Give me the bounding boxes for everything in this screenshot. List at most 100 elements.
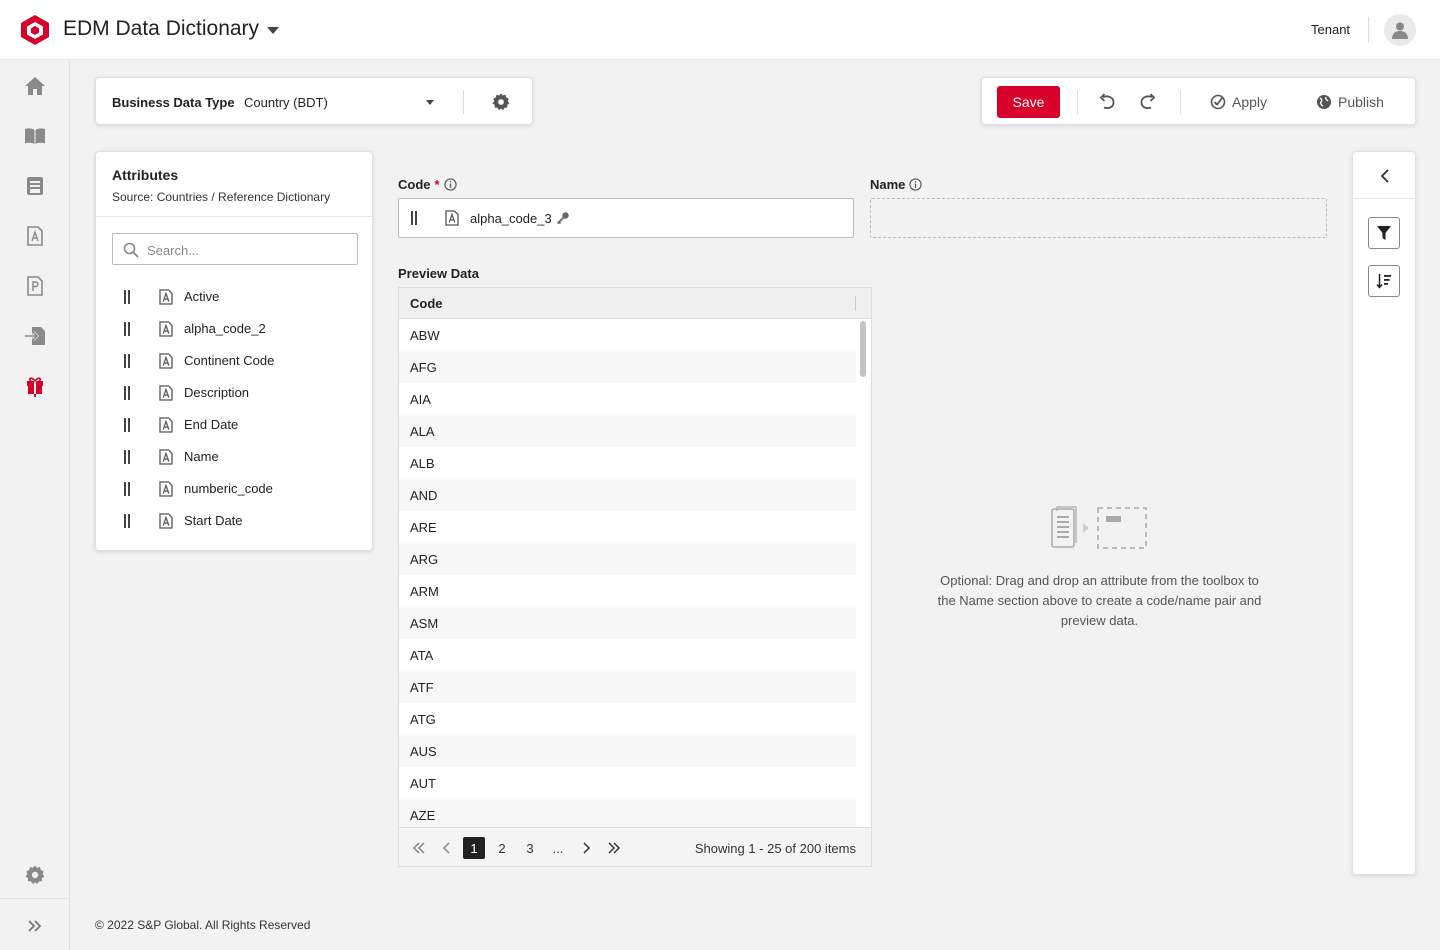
attribute-label: Start Date [184, 513, 243, 528]
notebook-icon [27, 177, 43, 195]
table-row: ASM [399, 607, 856, 639]
pager: 1 2 3 ... Showing 1 - 25 of 200 items [399, 827, 871, 866]
user-icon [1392, 22, 1408, 39]
drag-handle-icon[interactable] [124, 322, 130, 336]
info-icon[interactable] [443, 178, 457, 191]
drag-handle-icon[interactable] [124, 418, 130, 432]
attribute-item[interactable]: End Date [96, 409, 372, 441]
bdt-label: Business Data Type [112, 95, 235, 110]
text-attribute-icon [159, 321, 173, 337]
next-page-button[interactable] [575, 837, 597, 859]
attribute-item[interactable]: Continent Code [96, 345, 372, 377]
app-logo-icon [21, 15, 49, 45]
table-row: ARE [410, 520, 437, 535]
drag-handle-icon[interactable] [411, 211, 417, 225]
column-resize-handle[interactable] [855, 296, 856, 311]
sort-icon [1376, 274, 1391, 289]
code-field-label: Code * [398, 177, 457, 192]
rail-divider [1353, 198, 1415, 199]
nav-import[interactable] [22, 323, 48, 349]
page-3-button[interactable]: 3 [519, 837, 541, 859]
nav-expand[interactable] [22, 913, 48, 939]
app-switcher-chevron-down-icon[interactable] [267, 27, 279, 34]
nav-settings[interactable] [22, 862, 48, 888]
chevron-right-icon [583, 842, 591, 854]
sort-button[interactable] [1368, 265, 1400, 297]
collapse-panel-button[interactable] [1375, 166, 1395, 186]
pager-info: Showing 1 - 25 of 200 items [694, 841, 856, 856]
publish-button[interactable]: Publish [1316, 92, 1384, 112]
attribute-item[interactable]: Start Date [96, 505, 372, 537]
expand-icon [28, 920, 42, 932]
attribute-item[interactable]: Active [96, 281, 372, 313]
more-pages-button[interactable]: ... [547, 837, 569, 859]
double-chevron-right-icon [608, 842, 621, 854]
bdt-chevron-down-icon[interactable] [426, 100, 434, 105]
table-row: ARM [410, 584, 439, 599]
chevron-left-icon [442, 842, 450, 854]
attribute-item[interactable]: Name [96, 441, 372, 473]
filter-button[interactable] [1368, 217, 1400, 249]
nav-business-data-types[interactable] [22, 373, 48, 399]
last-page-button[interactable] [603, 837, 625, 859]
bdt-settings-gear-icon[interactable] [492, 93, 510, 111]
preview-data-label: Preview Data [398, 266, 479, 281]
text-attribute-icon [159, 513, 173, 529]
attributes-panel: Attributes Source: Countries / Reference… [95, 151, 373, 551]
toolbar-divider [1077, 90, 1078, 114]
redo-icon [1140, 93, 1156, 109]
grid-header: Code [399, 288, 871, 319]
table-row: ATG [410, 712, 436, 727]
search-icon [123, 242, 139, 258]
save-button[interactable]: Save [997, 86, 1060, 118]
apply-button[interactable]: Apply [1210, 92, 1267, 112]
text-attribute-icon [445, 210, 459, 226]
drag-handle-icon[interactable] [124, 450, 130, 464]
code-label: Code [398, 177, 431, 192]
redo-button[interactable] [1138, 92, 1158, 112]
filter-icon [1377, 226, 1391, 240]
nav-home[interactable] [22, 73, 48, 99]
previous-page-button[interactable] [436, 837, 458, 859]
table-row: ATF [399, 671, 856, 703]
drag-handle-icon[interactable] [124, 514, 130, 528]
drag-handle-icon[interactable] [124, 290, 130, 304]
nav-dictionary[interactable] [22, 123, 48, 149]
drag-handle-icon[interactable] [124, 386, 130, 400]
attribute-item[interactable]: alpha_code_2 [96, 313, 372, 345]
search-input[interactable] [147, 240, 347, 260]
bdt-select[interactable]: Country (BDT) [244, 95, 328, 110]
column-header-code[interactable]: Code [410, 296, 443, 311]
page-2-button[interactable]: 2 [491, 837, 513, 859]
page-1-button[interactable]: 1 [463, 837, 485, 859]
attribute-doc-icon [27, 226, 43, 246]
attribute-item[interactable]: Description [96, 377, 372, 409]
nav-attributes[interactable] [22, 223, 48, 249]
attribute-list: Active alpha_code_2 Continent Code Descr… [96, 281, 372, 537]
table-row: ALB [410, 456, 435, 471]
table-row: ATA [410, 648, 434, 663]
undo-button[interactable] [1097, 92, 1117, 112]
table-row: AND [399, 479, 856, 511]
drag-handle-icon[interactable] [124, 354, 130, 368]
nav-notebook[interactable] [22, 173, 48, 199]
code-drop-zone[interactable]: alpha_code_3 [398, 198, 854, 238]
book-icon [25, 128, 45, 144]
first-page-button[interactable] [408, 837, 430, 859]
footer-copyright: © 2022 S&P Global. All Rights Reserved [95, 918, 311, 932]
attribute-item[interactable]: numberic_code [96, 473, 372, 505]
name-field-label: Name [870, 177, 923, 192]
scrollbar-thumb[interactable] [860, 321, 866, 377]
info-icon[interactable] [909, 178, 923, 191]
right-rail [1352, 151, 1416, 875]
p-doc-icon [27, 276, 43, 296]
text-attribute-icon [159, 449, 173, 465]
nav-p-documents[interactable] [22, 273, 48, 299]
drag-handle-icon[interactable] [124, 482, 130, 496]
user-avatar[interactable] [1384, 14, 1416, 46]
table-row: AIA [410, 392, 431, 407]
grid-scrollbar[interactable] [856, 319, 871, 827]
name-drop-zone[interactable] [870, 198, 1327, 238]
home-icon [25, 77, 45, 95]
tenant-label[interactable]: Tenant [1311, 22, 1350, 37]
